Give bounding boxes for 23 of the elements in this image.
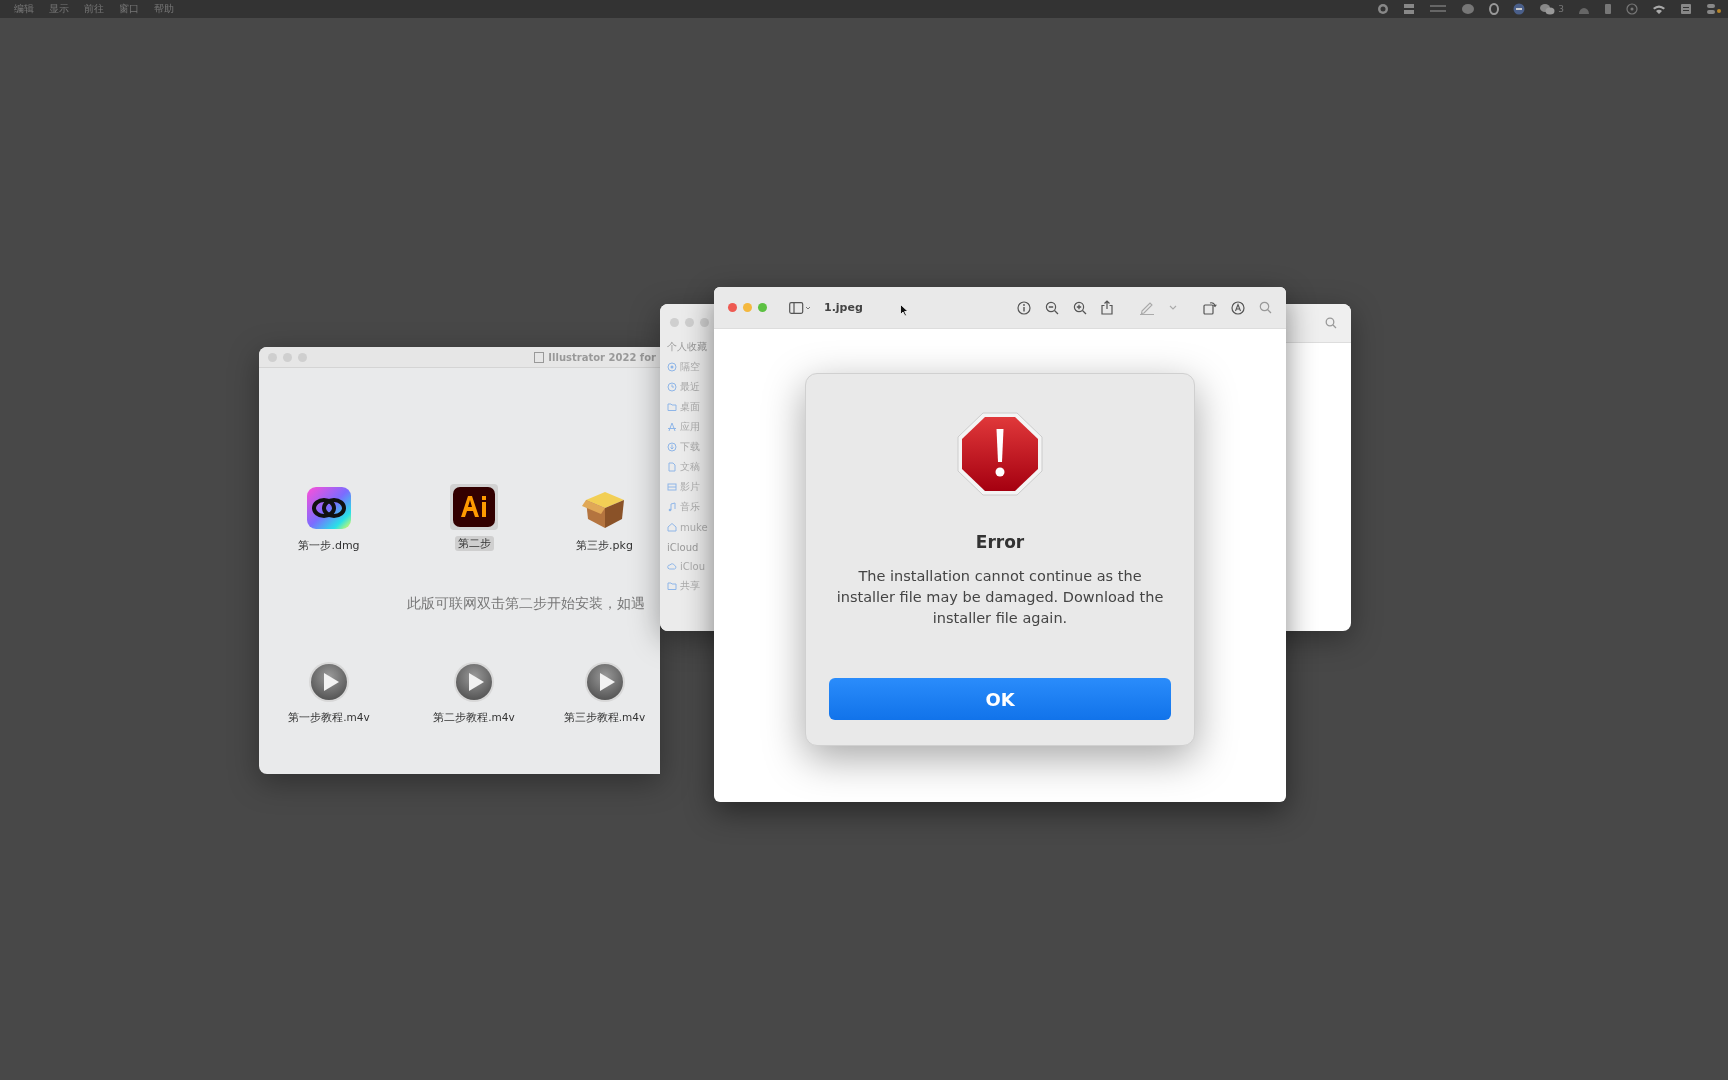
file-name[interactable]: 第一步.dmg	[295, 538, 363, 553]
file-name[interactable]: 第二步	[454, 536, 494, 551]
dialog-message: The installation cannot continue as the installer file may be damaged. Download the installer file again.	[835, 567, 1165, 628]
sidebar-item[interactable]: iClou	[667, 556, 705, 576]
menu-item[interactable]: 窗口	[119, 2, 139, 16]
sidebar-item[interactable]: 共享	[667, 576, 700, 596]
chat-count: 3	[1558, 4, 1564, 14]
sidebar-header: 个人收藏	[667, 340, 707, 354]
file-name[interactable]: 第三步.pkg	[573, 538, 636, 553]
file-name[interactable]: 第一步教程.m4v	[285, 711, 373, 725]
sidebar-item[interactable]: 文稿	[667, 457, 700, 477]
dialog-title: Error	[975, 532, 1025, 552]
menu-item[interactable]: 前往	[84, 2, 104, 16]
window-title: Illustrator 2022 for	[548, 351, 656, 363]
sidebar-item[interactable]: 音乐	[667, 497, 700, 517]
sidebar-header: iCloud	[667, 542, 699, 553]
file-name[interactable]: 第二步教程.m4v	[430, 711, 518, 725]
sidebar-item[interactable]: muke	[667, 517, 708, 537]
window-title: 1.jpeg	[824, 301, 863, 314]
ok-button[interactable]: OK	[829, 678, 1171, 720]
install-note: 此版可联网双击第二步开始安装，如遇	[407, 595, 645, 613]
menu-item[interactable]: 编辑	[14, 2, 34, 16]
file-name[interactable]: 第三步教程.m4v	[560, 711, 649, 725]
